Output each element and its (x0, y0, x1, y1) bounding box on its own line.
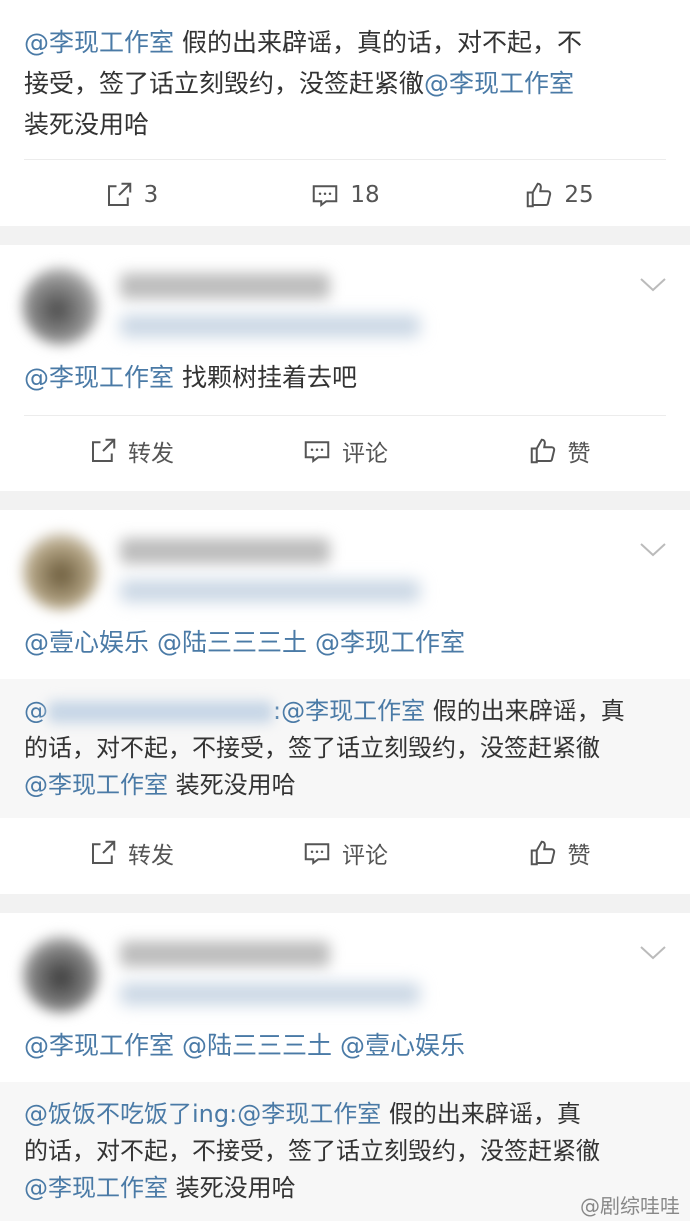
mention-link[interactable]: @李现工作室 (24, 1031, 174, 1060)
divider (0, 894, 690, 913)
repost-button[interactable]: 转发 (24, 836, 238, 870)
post-meta-blurred (120, 983, 420, 1005)
mention-link[interactable]: @陆三三三土 (182, 1031, 332, 1060)
comment-icon (304, 843, 330, 865)
like-button[interactable]: 25 (452, 180, 666, 210)
chevron-down-icon[interactable] (638, 943, 668, 963)
like-button[interactable]: 赞 (452, 836, 666, 870)
mention-link[interactable]: :@李现工作室 (229, 1100, 381, 1128)
divider (0, 491, 690, 510)
repost-button[interactable]: 3 (24, 180, 238, 210)
share-icon (92, 438, 116, 462)
mention-link[interactable]: @陆三三三土 (157, 628, 307, 657)
chevron-down-icon[interactable] (638, 275, 668, 295)
mention-link[interactable]: @壹心娱乐 (24, 628, 149, 657)
reposter-name-blurred[interactable] (48, 701, 273, 723)
avatar[interactable] (22, 532, 100, 610)
repost-button[interactable]: 转发 (24, 434, 238, 468)
comment-button[interactable]: 18 (238, 180, 452, 210)
thumbs-up-icon (530, 438, 555, 464)
post-header (0, 510, 690, 622)
mention-link[interactable]: @李现工作室 (24, 363, 174, 392)
action-bar: 转发 评论 赞 (24, 415, 666, 486)
mention-link[interactable]: @李现工作室 (424, 69, 574, 98)
mention-link[interactable]: @李现工作室 (24, 1174, 168, 1202)
comment-icon (313, 185, 338, 207)
mention-link[interactable]: @李现工作室 (24, 771, 168, 799)
comment-button[interactable]: 评论 (238, 434, 452, 468)
post-text: @李现工作室 假的出来辟谣，真的话，对不起，不 接受，签了话立刻毁约，没签赶紧徹… (24, 28, 582, 139)
post-meta-blurred (120, 580, 420, 602)
post-card-3: @壹心娱乐 @陆三三三土 @李现工作室 @:@李现工作室 假的出来辟谣，真 的话… (0, 510, 690, 894)
post-header (0, 245, 690, 357)
username-blurred[interactable] (120, 941, 330, 967)
post-meta-blurred (120, 315, 420, 337)
mention-link[interactable]: @壹心娱乐 (340, 1031, 465, 1060)
watermark: @剧综哇哇 (580, 1194, 680, 1218)
thumbs-up-icon (527, 182, 552, 208)
mention-link[interactable]: @李现工作室 (24, 28, 174, 57)
post-text: @李现工作室 @陆三三三土 @壹心娱乐 (0, 1025, 690, 1066)
share-icon (107, 182, 131, 206)
comment-icon (304, 441, 330, 463)
action-bar: 3 18 25 (24, 159, 666, 230)
mention-link[interactable]: @李现工作室 (315, 628, 465, 657)
reposted-content[interactable]: @:@李现工作室 假的出来辟谣，真 的话，对不起，不接受，签了话立刻毁约，没签赶… (0, 679, 690, 818)
comment-button[interactable]: 评论 (238, 836, 452, 870)
username-blurred[interactable] (120, 273, 330, 299)
action-bar: 转发 评论 赞 (24, 818, 666, 888)
post-card-2: @李现工作室 找颗树挂着去吧 转发 评论 赞 (0, 245, 690, 491)
avatar[interactable] (22, 935, 100, 1013)
post-text: @李现工作室 找颗树挂着去吧 (24, 363, 357, 392)
thumbs-up-icon (530, 840, 555, 866)
mention-link[interactable]: :@李现工作室 (273, 697, 425, 725)
post-card-1: @李现工作室 假的出来辟谣，真的话，对不起，不 接受，签了话立刻毁约，没签赶紧徹… (0, 0, 690, 226)
share-icon (92, 840, 116, 864)
post-text: @壹心娱乐 @陆三三三土 @李现工作室 (0, 622, 690, 663)
post-header (0, 913, 690, 1025)
mention-link[interactable]: @饭饭不吃饭了ing (24, 1100, 229, 1128)
post-card-4: @李现工作室 @陆三三三土 @壹心娱乐 @饭饭不吃饭了ing:@李现工作室 假的… (0, 913, 690, 1223)
like-button[interactable]: 赞 (452, 434, 666, 468)
chevron-down-icon[interactable] (638, 540, 668, 560)
avatar[interactable] (22, 267, 100, 345)
username-blurred[interactable] (120, 538, 330, 564)
